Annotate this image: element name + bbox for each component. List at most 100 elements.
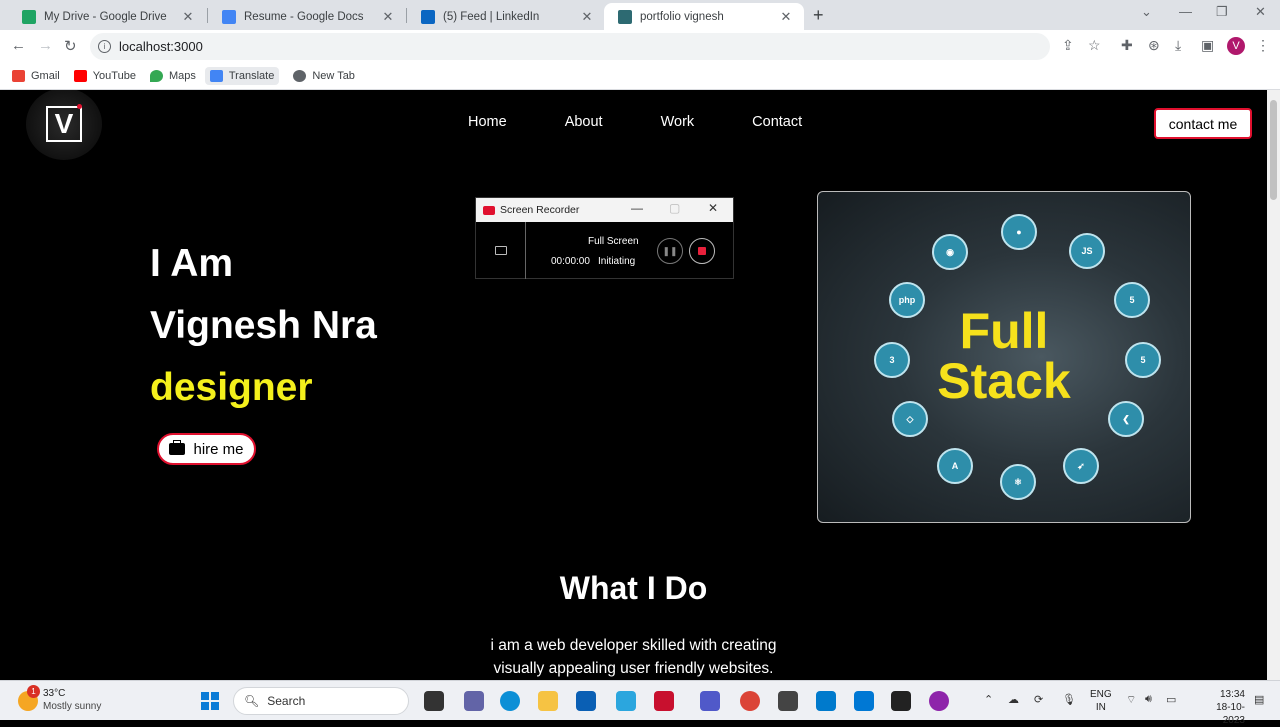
tab-linkedin[interactable]: (5) Feed | LinkedIn ✕ [407,3,605,30]
hire-me-button[interactable]: hire me [157,433,256,465]
hire-me-label: hire me [193,440,244,458]
close-icon[interactable]: ✕ [579,9,595,25]
address-bar[interactable]: i localhost:3000 [90,33,1050,60]
bookmark-gmail[interactable]: Gmail [12,70,60,82]
tab-title: My Drive - Google Drive [44,10,167,23]
stop-icon[interactable] [689,238,715,264]
back-icon[interactable]: ← [11,37,26,54]
tab-title: portfolio vignesh [640,10,724,23]
close-icon[interactable]: ✕ [380,9,396,25]
taskbar-search[interactable]: 🔍︎ Search [233,687,409,715]
recorder-close-icon[interactable]: ✕ [708,201,718,215]
tab-search-icon[interactable]: ⌄ [1141,4,1152,20]
clock-time: 13:34 [1219,689,1245,700]
outlook-icon[interactable] [854,691,874,711]
system-clock[interactable]: 13:34 18-10-2023 [1200,688,1245,727]
search-label: Search [267,694,306,708]
battery-icon[interactable]: ▭ [1166,693,1176,706]
edge-icon[interactable] [500,691,520,711]
contact-me-button[interactable]: contact me [1154,108,1252,139]
nav-contact[interactable]: Contact [752,114,802,130]
site-info-icon[interactable]: i [98,40,111,53]
bookmark-new-tab[interactable]: New Tab [293,70,355,82]
maximize-icon[interactable]: ❐ [1216,4,1228,20]
wifi-icon[interactable]: ⌔ [1126,693,1136,707]
bookmark-star-icon[interactable]: ☆ [1088,37,1101,54]
menu-icon[interactable]: ⋮ [1256,37,1270,54]
new-tab-button[interactable]: + [813,5,824,26]
pause-icon[interactable]: ❚❚ [657,238,683,264]
weather-app-icon[interactable] [616,691,636,711]
maps-icon [149,70,163,82]
bookmark-translate[interactable]: Translate [204,67,280,85]
forward-icon[interactable]: → [38,37,53,54]
close-icon[interactable]: ✕ [778,9,794,25]
swift-icon: ➶ [1063,448,1099,484]
tab-title: Resume - Google Docs [244,10,364,23]
close-icon[interactable]: ✕ [180,9,196,25]
vscode-icon[interactable] [816,691,836,711]
start-icon[interactable] [201,692,219,710]
recorder-maximize-icon[interactable]: ▢ [669,201,680,215]
recorder-titlebar[interactable]: Screen Recorder — ▢ ✕ [476,198,733,222]
window-close-icon[interactable]: ✕ [1255,4,1266,20]
nav-about[interactable]: About [565,114,603,130]
hero-name: Vignesh Nra [150,304,377,347]
chat-icon[interactable] [464,691,484,711]
chrome-icon[interactable] [740,691,760,711]
task-view-icon[interactable] [424,691,444,711]
docs-icon [222,9,236,24]
nodejs-icon: JS [1069,233,1105,269]
what-i-do-line: i am a web developer skilled with creati… [490,637,777,654]
full-stack-image: Full Stack ◉ ● JS php 5 3 5 ◇ ❮ A ⚛ ➶ [817,191,1191,523]
sync-icon[interactable]: ⟳ [1034,693,1043,706]
microphone-icon[interactable]: 🎙︎ [1062,693,1076,706]
site-logo[interactable]: V [26,90,102,160]
nav-work[interactable]: Work [661,114,695,130]
scrollbar-thumb[interactable] [1270,100,1277,200]
reload-icon[interactable]: ↻ [64,37,77,55]
page-scrollbar[interactable] [1267,90,1280,680]
laravel-icon: ◇ [892,401,928,437]
file-explorer-icon[interactable] [538,691,558,711]
minimize-icon[interactable]: — [1179,4,1192,19]
nav-home[interactable]: Home [468,114,507,130]
teams-icon[interactable] [700,691,720,711]
recorder-divider [525,222,526,279]
bookmark-label: YouTube [92,70,136,82]
volume-icon[interactable]: 🔊︎ [1145,693,1152,706]
side-panel-icon[interactable]: ▣ [1201,37,1214,54]
youtube-icon [73,70,87,82]
chevron-up-icon[interactable]: ⌃ [984,693,993,706]
terminal-icon[interactable] [891,691,911,711]
tab-title: (5) Feed | LinkedIn [443,10,540,23]
profile-avatar[interactable]: V [1227,37,1245,55]
bookmark-youtube[interactable]: YouTube [73,70,136,82]
notifications-icon[interactable]: ▤ [1254,693,1264,706]
mcafee-icon[interactable] [654,691,674,711]
clock-app-icon[interactable] [778,691,798,711]
what-i-do-line: visually appealing user friendly website… [493,660,774,677]
tab-google-docs[interactable]: Resume - Google Docs ✕ [208,3,406,30]
bookmarks-bar: Gmail YouTube Maps Translate New Tab [0,63,1280,90]
windows-taskbar: 1 33°C Mostly sunny 🔍︎ Search ⌃ ☁ ⟳ 🎙︎ E… [0,680,1280,726]
extensions-icon[interactable]: ✚ [1121,37,1133,54]
drive-icon [22,9,36,24]
recorder-taskbar-icon[interactable] [929,691,949,711]
screen-recorder-window: Screen Recorder — ▢ ✕ Full Screen 00:00:… [475,197,734,279]
recorder-timer: 00:00:00 [551,256,590,267]
extension-icon[interactable]: ⊛ [1148,37,1160,54]
cloud-icon[interactable]: ☁ [1008,693,1019,706]
language-indicator[interactable]: ENG IN [1090,688,1112,714]
download-icon[interactable]: ⤓ [1175,37,1181,54]
store-icon[interactable] [576,691,596,711]
php-icon: php [889,282,925,318]
bookmark-maps[interactable]: Maps [149,70,196,82]
share-icon[interactable]: ⇪ [1062,37,1074,54]
recorder-minimize-icon[interactable]: — [631,201,643,215]
tab-google-drive[interactable]: My Drive - Google Drive ✕ [8,3,206,30]
flutter-icon: ❮ [1108,401,1144,437]
recorder-mode[interactable]: Full Screen [588,236,639,247]
tab-portfolio[interactable]: portfolio vignesh ✕ [604,3,804,30]
folder-icon[interactable] [495,246,507,255]
